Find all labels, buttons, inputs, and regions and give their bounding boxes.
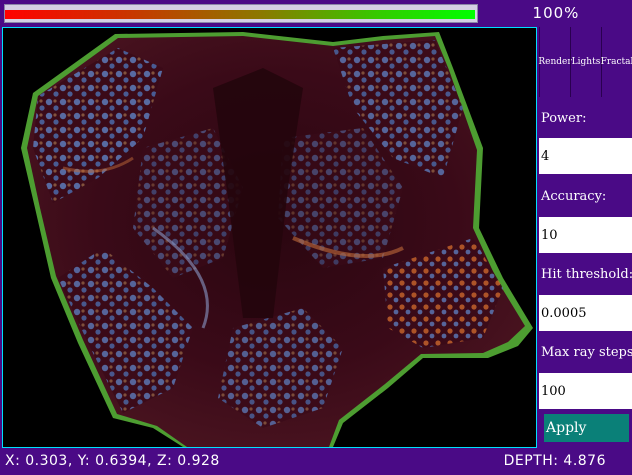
power-field[interactable] <box>539 138 632 174</box>
hit-threshold-label: Hit threshold: <box>541 267 632 282</box>
render-progress-fill <box>5 10 475 19</box>
accuracy-label: Accuracy: <box>541 189 607 204</box>
hit-threshold-field[interactable] <box>539 295 632 331</box>
settings-panel: Render Lights Fractal Power: Accuracy: H… <box>538 27 632 448</box>
max-ray-steps-field[interactable] <box>539 373 632 409</box>
tab-render[interactable]: Render <box>538 27 572 97</box>
depth-readout: DEPTH: 4.876 <box>503 453 606 469</box>
coordinates-readout: X: 0.303, Y: 0.6394, Z: 0.928 <box>5 453 220 469</box>
status-bar: X: 0.303, Y: 0.6394, Z: 0.928 DEPTH: 4.8… <box>0 449 632 475</box>
render-progress-label: 100% <box>532 4 580 22</box>
apply-button[interactable]: Apply <box>544 414 629 442</box>
power-label: Power: <box>541 111 587 126</box>
max-ray-steps-label: Max ray steps: <box>541 345 632 360</box>
accuracy-field[interactable] <box>539 217 632 253</box>
fractal-render-viewport[interactable] <box>2 27 537 448</box>
fractal-render-image <box>21 32 533 447</box>
tab-lights[interactable]: Lights <box>570 27 601 97</box>
settings-tabs: Render Lights Fractal <box>538 27 632 97</box>
top-bar: 100% <box>0 0 632 27</box>
tab-fractal[interactable]: Fractal <box>601 27 632 97</box>
